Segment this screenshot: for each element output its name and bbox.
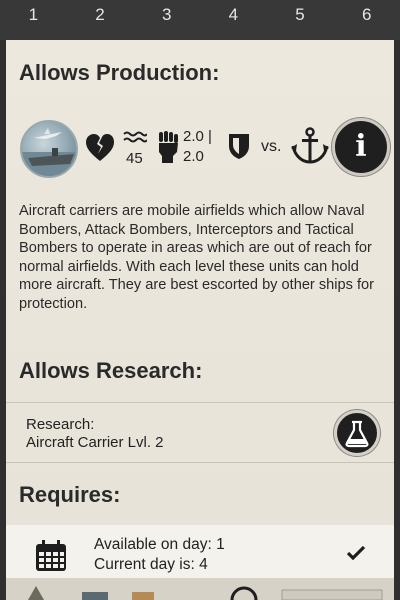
flask-icon bbox=[345, 420, 369, 448]
info-icon: i bbox=[355, 129, 367, 164]
research-label: Research: Aircraft Carrier Lvl. 2 bbox=[26, 416, 164, 452]
attack-value-line1: 2.0 | bbox=[183, 128, 212, 145]
research-button[interactable] bbox=[334, 410, 380, 456]
tab-4[interactable]: 4 bbox=[200, 0, 267, 40]
research-label-line2: Aircraft Carrier Lvl. 2 bbox=[26, 434, 164, 451]
vs-label: vs. bbox=[261, 138, 282, 155]
tab-5[interactable]: 5 bbox=[267, 0, 334, 40]
toolbar-icon[interactable] bbox=[132, 592, 154, 600]
tab-bar: 1 2 3 4 5 6 bbox=[0, 0, 400, 44]
research-heading: Allows Research: bbox=[19, 358, 203, 383]
toolbar-icon[interactable] bbox=[230, 586, 258, 600]
production-heading: Allows Production: bbox=[19, 60, 220, 85]
current-day: Current day is: 4 bbox=[94, 556, 208, 573]
fist-icon bbox=[159, 131, 178, 163]
anchor-icon bbox=[291, 127, 329, 164]
tab-6[interactable]: 6 bbox=[333, 0, 400, 40]
tab-2[interactable]: 2 bbox=[67, 0, 134, 40]
bottom-toolbar bbox=[6, 578, 394, 600]
divider bbox=[6, 462, 394, 463]
calendar-icon bbox=[36, 540, 66, 571]
shield-icon bbox=[229, 134, 249, 159]
toolbar-icon[interactable] bbox=[28, 586, 44, 600]
unit-description: Aircraft carriers are mobile airfields w… bbox=[19, 203, 375, 312]
tab-3[interactable]: 3 bbox=[133, 0, 200, 40]
research-label-line1: Research: bbox=[26, 416, 95, 433]
requirement-text: Available on day: 1 Current day is: 4 bbox=[94, 535, 225, 575]
details-panel: Allows Production: 45 2.0 | 2.0 vs. i Ai… bbox=[6, 40, 394, 600]
available-day: Available on day: 1 bbox=[94, 536, 225, 553]
tab-1[interactable]: 1 bbox=[0, 0, 67, 44]
info-button[interactable]: i bbox=[332, 118, 390, 176]
toolbar-button[interactable] bbox=[281, 589, 383, 600]
research-row[interactable]: Research: Aircraft Carrier Lvl. 2 bbox=[6, 402, 394, 462]
speed-value: 45 bbox=[126, 150, 143, 167]
requires-heading: Requires: bbox=[19, 482, 121, 507]
broken-heart-icon bbox=[86, 134, 114, 161]
waves-icon bbox=[123, 131, 147, 143]
aircraft-carrier-portrait[interactable] bbox=[20, 120, 78, 178]
checkmark-icon bbox=[346, 545, 366, 561]
attack-value-line2: 2.0 bbox=[183, 148, 204, 165]
toolbar-icon[interactable] bbox=[82, 592, 108, 600]
